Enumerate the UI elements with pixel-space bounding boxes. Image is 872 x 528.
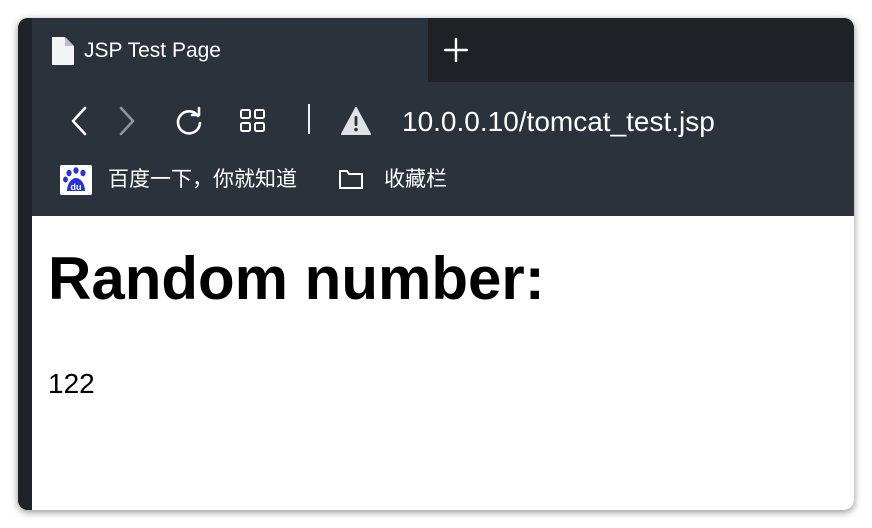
bookmark-label: 收藏栏 (384, 168, 447, 191)
chevron-right-icon (119, 106, 135, 136)
browser-chrome: JSP Test Page 10.0.0.10/tomcat_test.jsp … (32, 18, 854, 217)
forward-button[interactable] (110, 104, 144, 138)
page-content: Random number: 122 (32, 216, 854, 510)
grid-icon (240, 109, 265, 132)
chevron-left-icon (71, 106, 87, 136)
random-number-value: 122 (48, 368, 95, 399)
back-button[interactable] (62, 104, 96, 138)
toolbar-divider (308, 104, 310, 134)
tab-title: JSP Test Page (84, 39, 221, 62)
reload-button[interactable] (172, 104, 206, 138)
reload-icon (176, 106, 202, 135)
plus-icon[interactable] (442, 36, 470, 64)
folder-icon (339, 170, 363, 189)
address-bar-url[interactable]: 10.0.0.10/tomcat_test.jsp (402, 104, 715, 140)
bookmarks-bar: du 百度一下，你就知道 收藏栏 (32, 158, 854, 217)
svg-text:du: du (71, 182, 82, 192)
navigation-toolbar: 10.0.0.10/tomcat_test.jsp (32, 82, 854, 158)
baidu-icon: du (60, 165, 92, 195)
tab-strip: JSP Test Page (32, 18, 854, 82)
page-heading: Random number: (48, 245, 545, 312)
tab-jsp-test-page[interactable]: JSP Test Page (32, 18, 428, 82)
browser-window: JSP Test Page 10.0.0.10/tomcat_test.jsp … (18, 18, 854, 510)
document-icon (52, 37, 74, 65)
window-left-edge (18, 18, 32, 510)
tabs-grid-button[interactable] (236, 104, 270, 138)
warning-icon[interactable] (340, 106, 372, 136)
bookmark-label: 百度一下，你就知道 (108, 168, 297, 191)
